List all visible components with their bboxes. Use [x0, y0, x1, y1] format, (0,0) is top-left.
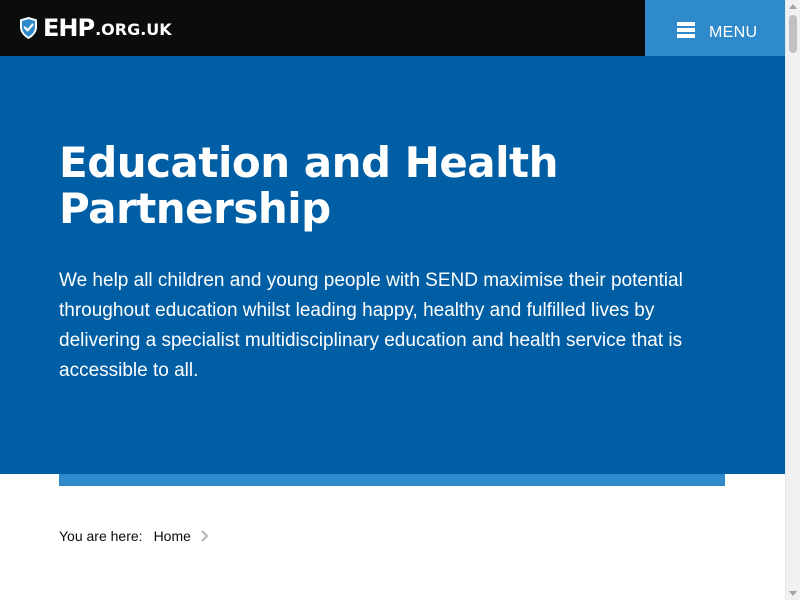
site-logo-link[interactable]: EHP .ORG.UK [20, 14, 172, 42]
browser-viewport[interactable]: EHP .ORG.UK MENU Education and Health Pa… [0, 0, 785, 600]
chevron-right-icon [201, 530, 208, 542]
scroll-down-arrow-icon[interactable] [789, 591, 797, 596]
menu-label: MENU [709, 24, 758, 41]
site-header: EHP .ORG.UK MENU [0, 0, 785, 56]
page-title: Education and Health Partnership [59, 138, 559, 233]
hero-accent-bar [59, 474, 725, 486]
menu-button[interactable]: MENU [645, 0, 785, 56]
vertical-scrollbar[interactable] [785, 0, 800, 600]
shield-check-icon [20, 17, 37, 39]
hero-banner: Education and Health Partnership We help… [0, 56, 785, 474]
scrollbar-thumb[interactable] [789, 15, 797, 53]
logo-wordmark: EHP [43, 14, 95, 42]
logo-domain-suffix: .ORG.UK [95, 20, 172, 39]
hamburger-icon [677, 22, 695, 38]
scroll-up-arrow-icon[interactable] [789, 4, 797, 9]
breadcrumb-home-link[interactable]: Home [154, 528, 191, 544]
breadcrumb-label: You are here: [59, 528, 143, 544]
page: EHP .ORG.UK MENU Education and Health Pa… [0, 0, 800, 600]
hero-intro-text: We help all children and young people wi… [59, 270, 683, 381]
breadcrumb: You are here: Home [59, 527, 209, 545]
